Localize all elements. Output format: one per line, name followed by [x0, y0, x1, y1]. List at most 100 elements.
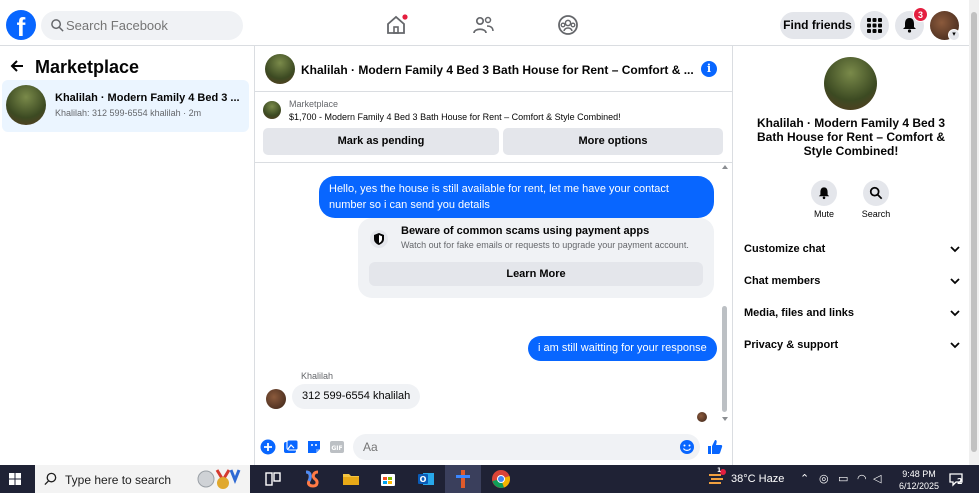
back-arrow-icon[interactable] — [9, 58, 25, 74]
search-icon — [51, 19, 64, 32]
chevron-down-icon — [950, 310, 960, 317]
notification-badge: 3 — [913, 7, 928, 22]
outgoing-message[interactable]: i am still waitting for your response — [528, 336, 717, 361]
section-label: Media, files and links — [744, 307, 855, 319]
mute-label: Mute — [813, 209, 834, 219]
search-icon — [869, 186, 883, 200]
plus-circle-icon[interactable] — [260, 439, 276, 455]
scam-warning-card: Beware of common scams using payment app… — [358, 218, 714, 298]
chat-details-panel: Khalilah · Modern Family 4 Bed 3 Bath Ho… — [733, 46, 969, 465]
scam-warning-title: Beware of common scams using payment app… — [401, 225, 650, 237]
groups-icon[interactable] — [556, 13, 580, 37]
file-explorer-icon[interactable] — [341, 469, 361, 489]
weather-badge: 1 — [717, 467, 722, 474]
conversation-avatar — [6, 85, 46, 125]
message-input[interactable] — [353, 434, 700, 460]
page-scrollbar[interactable] — [969, 0, 979, 465]
menu-button[interactable] — [860, 11, 889, 40]
bell-icon — [818, 187, 830, 200]
scroll-up-icon[interactable] — [721, 164, 729, 170]
conversation-preview: Khalilah: 312 599-6554 khalilah · 2m — [55, 108, 202, 118]
conversation-list-panel: Marketplace Khalilah · Modern Family 4 B… — [0, 46, 255, 465]
home-icon[interactable] — [384, 13, 408, 37]
find-friends-button[interactable]: Find friends — [780, 12, 855, 39]
copilot-icon[interactable] — [302, 469, 322, 489]
chat-avatar[interactable] — [265, 54, 295, 84]
clock-date: 6/12/2025 — [898, 481, 940, 491]
task-view-icon[interactable] — [263, 469, 283, 489]
meet-now-icon[interactable]: ◎ — [819, 472, 829, 485]
details-name: Khalilah · Modern Family 4 Bed 3 Bath Ho… — [756, 116, 946, 158]
windows-start-icon[interactable] — [9, 473, 21, 485]
chat-header: Khalilah · Modern Family 4 Bed 3 Bath Ho… — [255, 46, 733, 92]
notification-center-count: 2 — [957, 477, 963, 486]
divider — [255, 162, 733, 163]
scroll-down-icon[interactable] — [721, 416, 729, 422]
scam-warning-body: Watch out for fake emails or requests to… — [401, 240, 689, 250]
search-highlight-icon — [197, 469, 241, 489]
details-avatar[interactable] — [824, 57, 877, 110]
clock-time: 9:48 PM — [902, 469, 936, 479]
listing-thumbnail — [263, 101, 281, 119]
sender-avatar[interactable] — [266, 389, 286, 409]
weather-text[interactable]: 38°C Haze — [731, 473, 784, 485]
info-icon[interactable]: i — [701, 61, 717, 77]
listing-source: Marketplace — [289, 99, 339, 109]
chat-members-section[interactable]: Chat members — [744, 271, 960, 291]
panel-title: Marketplace — [35, 57, 140, 77]
speaker-icon[interactable]: ◁ — [873, 472, 881, 485]
facebook-search[interactable] — [41, 11, 243, 40]
chat-title[interactable]: Khalilah · Modern Family 4 Bed 3 Bath Ho… — [301, 63, 694, 77]
taskbar-search-placeholder: Type here to search — [65, 473, 172, 487]
mark-as-pending-button[interactable]: Mark as pending — [263, 128, 499, 155]
sender-name: Khalilah — [301, 371, 334, 381]
chat-panel: Khalilah · Modern Family 4 Bed 3 Bath Ho… — [255, 46, 733, 465]
clock[interactable]: 9:48 PM 6/12/2025 — [893, 468, 945, 492]
outgoing-message[interactable]: Hello, yes the house is still available … — [319, 176, 714, 218]
chevron-up-icon[interactable]: ⌃ — [800, 472, 809, 485]
chrome-icon[interactable] — [491, 469, 511, 489]
gif-icon[interactable]: GIF — [329, 439, 345, 455]
listing-title: $1,700 - Modern Family 4 Bed 3 Bath Hous… — [289, 112, 621, 122]
svg-text:O: O — [420, 475, 427, 484]
chevron-down-icon — [950, 246, 960, 253]
section-label: Customize chat — [744, 243, 826, 255]
mute-button[interactable] — [811, 180, 837, 206]
friends-icon[interactable] — [471, 13, 495, 37]
wifi-icon[interactable]: ◠ — [857, 472, 867, 485]
section-label: Chat members — [744, 275, 821, 287]
facebook-logo[interactable]: f — [6, 10, 36, 40]
chevron-down-icon — [950, 342, 960, 349]
microsoft-store-icon[interactable] — [378, 469, 398, 489]
read-receipt-avatar — [697, 412, 707, 422]
search-input[interactable] — [66, 11, 236, 40]
section-label: Privacy & support — [744, 339, 839, 351]
media-files-links-section[interactable]: Media, files and links — [744, 303, 960, 323]
top-navigation-bar: f Find friends 3 ▾ — [0, 0, 979, 46]
search-button[interactable] — [863, 180, 889, 206]
emoji-icon[interactable] — [679, 439, 695, 455]
search-icon — [44, 472, 57, 486]
shield-icon — [370, 230, 388, 248]
photo-icon[interactable] — [283, 439, 299, 455]
message-composer: GIF — [255, 431, 733, 465]
chevron-down-icon[interactable]: ▾ — [948, 29, 960, 41]
conversation-item[interactable]: Khalilah · Modern Family 4 Bed 3 ... Kha… — [2, 80, 249, 132]
thumbs-up-icon[interactable] — [707, 439, 723, 455]
privacy-support-section[interactable]: Privacy & support — [744, 335, 960, 355]
power-icon[interactable]: ▭ — [838, 472, 848, 485]
app-icon[interactable] — [453, 469, 473, 489]
chat-scrollbar[interactable] — [721, 164, 729, 424]
search-label: Search — [861, 209, 891, 219]
customize-chat-section[interactable]: Customize chat — [744, 239, 960, 259]
taskbar-search[interactable]: Type here to search — [35, 465, 250, 493]
grid-menu-icon — [867, 18, 882, 33]
windows-taskbar: Type here to search O 1 38°C Haze ⌃ ◎ ▭ … — [0, 465, 979, 493]
learn-more-button[interactable]: Learn More — [369, 262, 703, 286]
more-options-button[interactable]: More options — [503, 128, 723, 155]
outlook-icon[interactable]: O — [416, 469, 436, 489]
conversation-title: Khalilah · Modern Family 4 Bed 3 ... — [55, 92, 240, 104]
sticker-icon[interactable] — [306, 439, 322, 455]
incoming-message[interactable]: 312 599-6554 khalilah — [292, 384, 421, 409]
chevron-down-icon — [950, 278, 960, 285]
